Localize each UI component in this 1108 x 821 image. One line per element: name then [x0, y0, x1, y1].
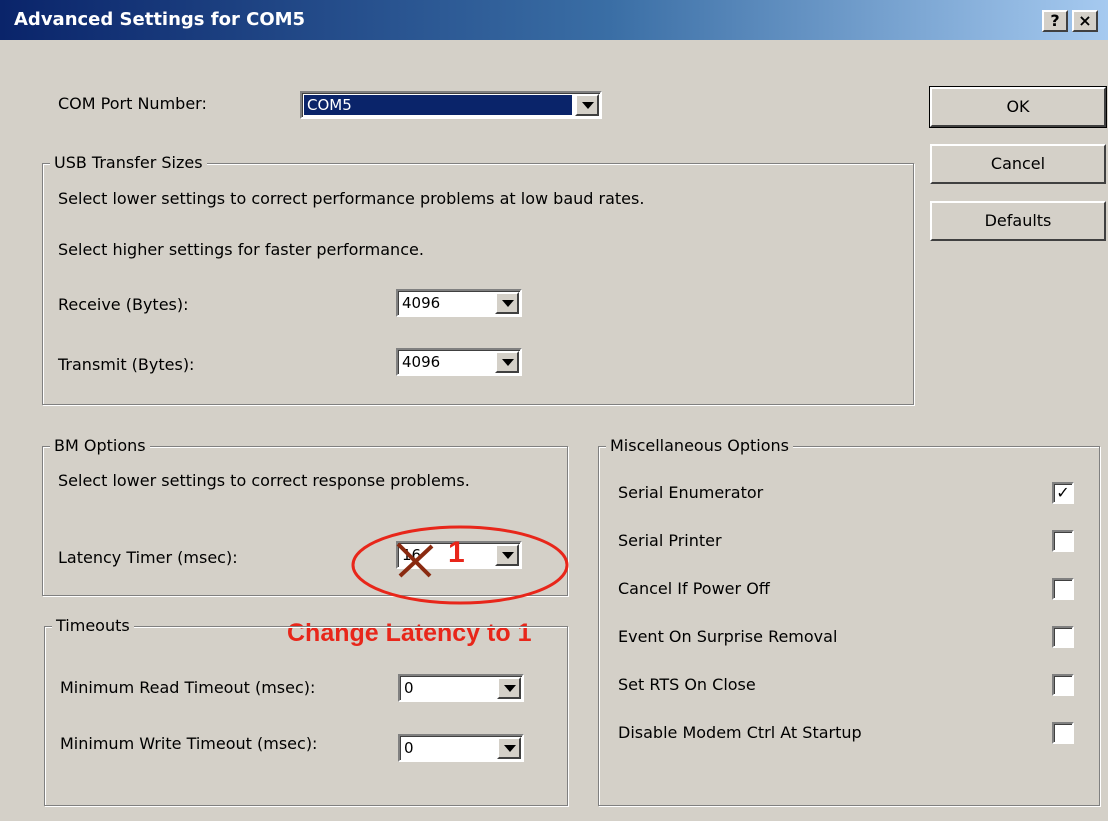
write-timeout-select[interactable]: 0	[398, 734, 524, 762]
usb-hint-lower: Select lower settings to correct perform…	[58, 189, 645, 208]
ok-button[interactable]: OK	[929, 86, 1107, 128]
chevron-down-icon[interactable]	[497, 677, 521, 699]
checkmark-icon: ✓	[1056, 483, 1070, 502]
event-on-surprise-removal-checkbox[interactable]	[1052, 626, 1074, 648]
read-timeout-select[interactable]: 0	[398, 674, 524, 702]
transmit-label: Transmit (Bytes):	[58, 355, 195, 374]
latency-label: Latency Timer (msec):	[58, 548, 238, 567]
serial-enumerator-checkbox[interactable]: ✓	[1052, 482, 1074, 504]
close-button[interactable]: ×	[1072, 10, 1098, 32]
read-timeout-value: 0	[404, 679, 414, 697]
chevron-down-icon[interactable]	[575, 94, 599, 116]
bm-hint: Select lower settings to correct respons…	[58, 471, 470, 490]
option-label: Set RTS On Close	[618, 675, 756, 694]
read-timeout-label: Minimum Read Timeout (msec):	[60, 678, 316, 697]
defaults-button[interactable]: Defaults	[930, 201, 1106, 241]
misc-options-legend: Miscellaneous Options	[606, 436, 793, 455]
usb-transfer-legend: USB Transfer Sizes	[50, 153, 207, 172]
option-label: Serial Printer	[618, 531, 722, 550]
set-rts-on-close-checkbox[interactable]	[1052, 674, 1074, 696]
help-button[interactable]: ?	[1042, 10, 1068, 32]
transmit-select[interactable]: 4096	[396, 348, 522, 376]
cancel-if-power-off-checkbox[interactable]	[1052, 578, 1074, 600]
window-title: Advanced Settings for COM5	[14, 9, 306, 30]
receive-label: Receive (Bytes):	[58, 295, 189, 314]
write-timeout-value: 0	[404, 739, 414, 757]
option-label: Event On Surprise Removal	[618, 627, 838, 646]
option-label: Serial Enumerator	[618, 483, 764, 502]
usb-hint-higher: Select higher settings for faster perfor…	[58, 240, 424, 259]
com-port-select[interactable]: COM5	[300, 91, 602, 119]
chevron-down-icon[interactable]	[497, 737, 521, 759]
disable-modem-ctrl-checkbox[interactable]	[1052, 722, 1074, 744]
receive-value: 4096	[402, 294, 441, 312]
chevron-down-icon[interactable]	[495, 292, 519, 314]
cancel-button[interactable]: Cancel	[930, 144, 1106, 184]
timeouts-group	[44, 626, 568, 806]
option-label: Disable Modem Ctrl At Startup	[618, 723, 862, 742]
timeouts-legend: Timeouts	[52, 616, 134, 635]
com-port-label: COM Port Number:	[58, 94, 207, 113]
serial-printer-checkbox[interactable]	[1052, 530, 1074, 552]
receive-select[interactable]: 4096	[396, 289, 522, 317]
write-timeout-label: Minimum Write Timeout (msec):	[60, 734, 318, 753]
option-label: Cancel If Power Off	[618, 579, 770, 598]
annotation-new-value: 1	[448, 536, 465, 569]
transmit-value: 4096	[402, 353, 441, 371]
com-port-value: COM5	[304, 95, 572, 115]
chevron-down-icon[interactable]	[495, 351, 519, 373]
bm-options-legend: BM Options	[50, 436, 150, 455]
